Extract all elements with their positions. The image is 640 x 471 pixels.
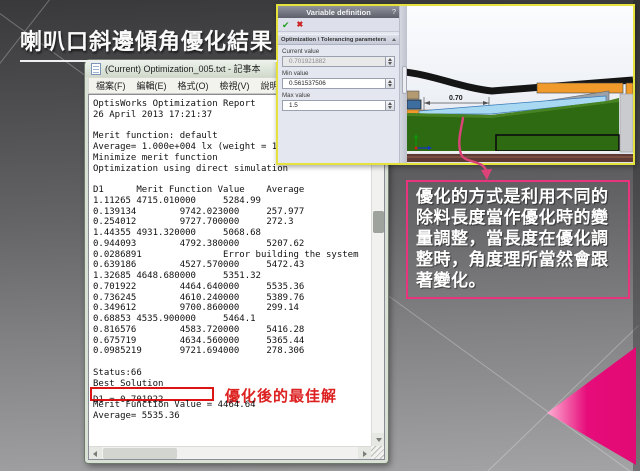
panel-splitter[interactable] (400, 6, 407, 163)
collapse-arrow-icon (392, 38, 396, 41)
scroll-down-icon[interactable] (372, 433, 385, 446)
current-value-label: Current value (282, 48, 395, 55)
variable-definition-titlebar: Variable definition ? (278, 6, 399, 18)
min-value-input[interactable] (282, 78, 386, 89)
max-value-spinner[interactable] (386, 100, 395, 111)
parameters-section-header[interactable]: Optimization \ Tolerancing parameters (278, 34, 399, 45)
spinner-down-icon[interactable] (388, 106, 392, 109)
spinner-up-icon[interactable] (388, 80, 392, 83)
spinner-up-icon[interactable] (388, 102, 392, 105)
page-title: 喇叭口斜邊傾角優化結果 (20, 24, 277, 62)
spinner-down-icon[interactable] (388, 84, 392, 87)
spinner-down-icon[interactable] (388, 62, 392, 65)
explanation-callout-box: 優化的方式是利用不同的除料長度當作優化時的變量調整，當長度在優化調整時，角度理所… (406, 180, 630, 299)
menu-edit[interactable]: 編輯(E) (137, 79, 167, 92)
spinner-up-icon[interactable] (388, 58, 392, 61)
scroll-left-icon[interactable] (89, 447, 102, 460)
notepad-window-title: (Current) Optimization_005.txt - 記事本 (105, 62, 261, 75)
resize-grip[interactable] (371, 446, 384, 459)
min-value-group: Min value (278, 67, 399, 89)
max-value-input[interactable] (282, 100, 386, 111)
menu-format[interactable]: 格式(O) (178, 79, 209, 92)
current-value-input[interactable] (282, 56, 386, 67)
current-value-group: Current value (278, 45, 399, 67)
scroll-right-icon[interactable] (358, 447, 371, 460)
help-icon[interactable]: ? (392, 7, 396, 16)
horizontal-scrollbar[interactable] (89, 446, 371, 459)
max-value-group: Max value (278, 89, 399, 111)
max-value-label: Max value (282, 92, 395, 99)
report-text-lower: Merit Function Value = 4464.64 Average= … (93, 400, 256, 422)
current-value-spinner[interactable] (386, 56, 395, 67)
corner-triangle-decor (545, 344, 637, 468)
slide-canvas: 喇叭口斜邊傾角優化結果 (Current) Optimization_005.t… (0, 0, 640, 471)
min-value-spinner[interactable] (386, 78, 395, 89)
cancel-x-icon[interactable]: ✖ (297, 20, 304, 30)
vertical-scroll-thumb[interactable] (373, 211, 384, 233)
confirm-check-icon[interactable]: ✔ (282, 20, 290, 30)
menu-file[interactable]: 檔案(F) (96, 79, 126, 92)
annotation-arrow (438, 92, 508, 187)
best-solution-row: D1 = 0.701922 優化後的最佳解 (93, 389, 163, 400)
variable-definition-panel: Variable definition ? ✔ ✖ Optimization \… (278, 6, 400, 163)
panel-toolbar: ✔ ✖ (278, 18, 399, 32)
variable-definition-title: Variable definition (306, 8, 371, 17)
min-value-label: Min value (282, 70, 395, 77)
horizontal-scroll-thumb[interactable] (103, 448, 177, 459)
notepad-icon (91, 63, 101, 75)
parameters-section-title: Optimization \ Tolerancing parameters (281, 37, 386, 43)
menu-view[interactable]: 檢視(V) (220, 79, 250, 92)
